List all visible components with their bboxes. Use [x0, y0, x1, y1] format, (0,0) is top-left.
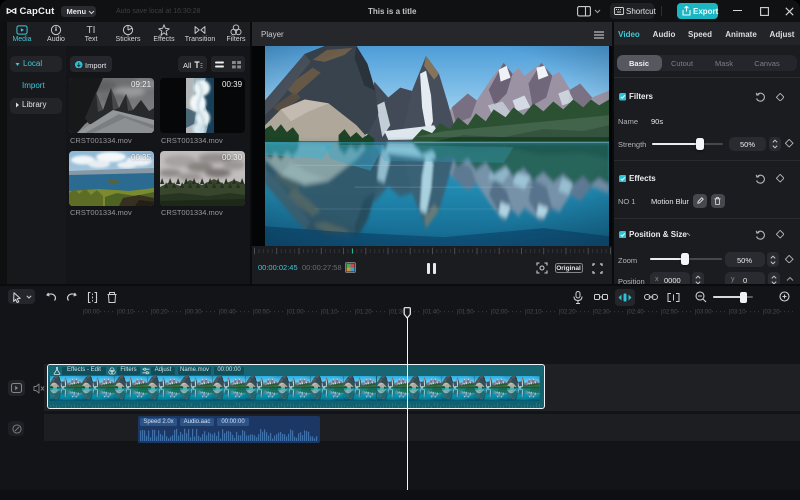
svg-text:|00:30: |00:30 — [185, 310, 202, 316]
svg-text:|01:20: |01:20 — [355, 310, 372, 316]
svg-text:|00:40: |00:40 — [219, 310, 236, 316]
svg-text:|02:30: |02:30 — [593, 310, 610, 316]
svg-text:|02:20: |02:20 — [559, 310, 576, 316]
svg-text:|02:10: |02:10 — [525, 310, 542, 316]
svg-text:|03:10: |03:10 — [729, 310, 746, 316]
svg-text:|00:00: |00:00 — [83, 310, 100, 316]
svg-text:|02:50: |02:50 — [661, 310, 678, 316]
svg-text:|01:50: |01:50 — [457, 310, 474, 316]
svg-text:|00:50: |00:50 — [253, 310, 270, 316]
svg-text:|03:00: |03:00 — [695, 310, 712, 316]
svg-text:|01:40: |01:40 — [423, 310, 440, 316]
svg-text:|00:20: |00:20 — [151, 310, 168, 316]
svg-text:|02:40: |02:40 — [627, 310, 644, 316]
svg-text:TI: TI — [86, 25, 95, 36]
svg-text:|02:00: |02:00 — [491, 310, 508, 316]
svg-text:|03:20: |03:20 — [763, 310, 780, 316]
svg-text:|00:10: |00:10 — [117, 310, 134, 316]
svg-text:|01:10: |01:10 — [321, 310, 338, 316]
svg-text:|01:00: |01:00 — [287, 310, 304, 316]
